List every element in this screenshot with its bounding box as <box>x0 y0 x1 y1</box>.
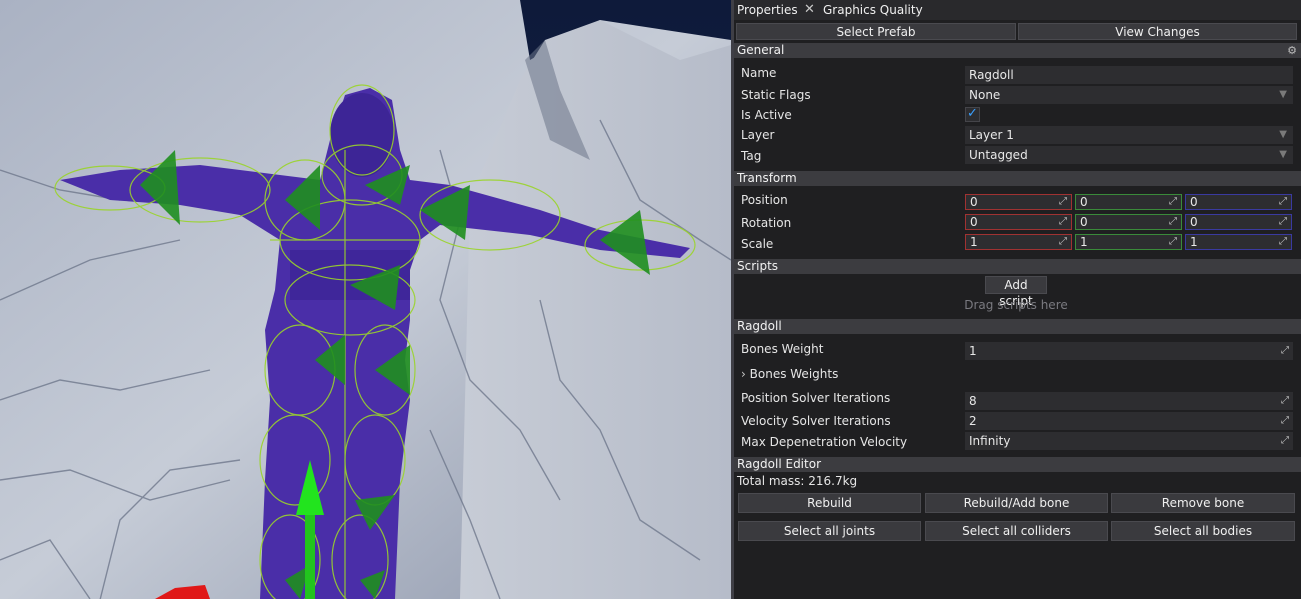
max-depenetration-velocity-field[interactable]: Infinity ⤢ <box>965 432 1293 450</box>
section-scripts-title: Scripts <box>737 259 779 273</box>
scale-y-value: 1 <box>1080 235 1088 249</box>
rotation-y-value: 0 <box>1080 215 1088 229</box>
velocity-solver-iterations-field[interactable]: 2 ⤢ <box>965 412 1293 430</box>
section-general-title: General <box>737 43 785 57</box>
bones-weight-label: Bones Weight <box>741 342 824 356</box>
select-prefab-button[interactable]: Select Prefab <box>736 23 1016 40</box>
add-script-button[interactable]: Add script <box>985 276 1047 308</box>
is-active-label: Is Active <box>741 108 792 122</box>
bones-weight-field[interactable]: 1 ⤢ <box>965 342 1293 360</box>
position-x-value: 0 <box>970 195 978 209</box>
section-ragdoll-title: Ragdoll <box>737 319 782 333</box>
rebuild-add-bone-button[interactable]: Rebuild/Add bone <box>925 493 1108 513</box>
scale-z-field[interactable]: 1 ⤢ <box>1185 234 1292 250</box>
select-all-joints-button[interactable]: Select all joints <box>738 521 921 541</box>
tag-value: Untagged <box>969 148 1028 162</box>
static-flags-dropdown[interactable]: None ▼ <box>965 86 1293 104</box>
tab-bar: Properties ✕ Graphics Quality <box>734 0 1301 20</box>
scale-x-field[interactable]: 1 ⤢ <box>965 234 1072 250</box>
section-transform[interactable]: Transform <box>734 171 1301 186</box>
scale-z-value: 1 <box>1190 235 1198 249</box>
expand-diagonal-icon[interactable]: ⤢ <box>1281 392 1289 410</box>
name-label: Name <box>741 66 777 80</box>
bones-weight-value: 1 <box>969 344 977 358</box>
position-z-field[interactable]: 0 ⤢ <box>1185 194 1292 210</box>
scale-label: Scale <box>741 237 774 251</box>
view-changes-button[interactable]: View Changes <box>1018 23 1297 40</box>
properties-panel: Properties ✕ Graphics Quality Select Pre… <box>734 0 1301 599</box>
expand-diagonal-icon[interactable]: ⤢ <box>1279 215 1287 229</box>
expand-diagonal-icon[interactable]: ⤢ <box>1281 432 1289 450</box>
bones-weights-row[interactable]: › Bones Weights <box>741 365 838 383</box>
position-solver-iterations-label: Position Solver Iterations <box>741 391 891 405</box>
expand-diagonal-icon[interactable]: ⤢ <box>1281 342 1289 360</box>
position-solver-iterations-value: 8 <box>969 394 977 408</box>
select-all-bodies-button[interactable]: Select all bodies <box>1111 521 1295 541</box>
layer-label: Layer <box>741 128 775 142</box>
position-solver-iterations-field[interactable]: 8 ⤢ <box>965 392 1293 410</box>
expand-diagonal-icon[interactable]: ⤢ <box>1169 195 1177 209</box>
chevron-right-icon[interactable]: › <box>741 367 746 381</box>
expand-diagonal-icon[interactable]: ⤢ <box>1169 215 1177 229</box>
remove-bone-button[interactable]: Remove bone <box>1111 493 1295 513</box>
section-transform-title: Transform <box>737 171 797 185</box>
rotation-z-value: 0 <box>1190 215 1198 229</box>
bones-weights-label: Bones Weights <box>749 367 839 381</box>
gear-icon[interactable]: ⚙ <box>1287 43 1297 58</box>
tab-graphics-quality[interactable]: Graphics Quality <box>820 0 923 20</box>
section-ragdoll-editor-title: Ragdoll Editor <box>737 457 821 471</box>
rotation-z-field[interactable]: 0 ⤢ <box>1185 214 1292 230</box>
position-x-field[interactable]: 0 ⤢ <box>965 194 1072 210</box>
section-ragdoll[interactable]: Ragdoll <box>734 319 1301 334</box>
velocity-solver-iterations-label: Velocity Solver Iterations <box>741 414 891 428</box>
velocity-solver-iterations-value: 2 <box>969 414 977 428</box>
section-scripts[interactable]: Scripts <box>734 259 1301 274</box>
static-flags-value: None <box>969 88 1001 102</box>
tag-label: Tag <box>741 149 762 163</box>
section-ragdoll-editor[interactable]: Ragdoll Editor <box>734 457 1301 472</box>
rotation-label: Rotation <box>741 216 792 230</box>
expand-diagonal-icon[interactable]: ⤢ <box>1279 235 1287 249</box>
name-field[interactable]: Ragdoll <box>965 66 1293 84</box>
chevron-down-icon: ▼ <box>1279 129 1287 140</box>
scale-x-value: 1 <box>970 235 978 249</box>
expand-diagonal-icon[interactable]: ⤢ <box>1059 235 1067 249</box>
tag-dropdown[interactable]: Untagged ▼ <box>965 146 1293 164</box>
select-all-colliders-button[interactable]: Select all colliders <box>925 521 1108 541</box>
position-y-field[interactable]: 0 ⤢ <box>1075 194 1182 210</box>
rebuild-button[interactable]: Rebuild <box>738 493 921 513</box>
section-general[interactable]: General ⚙ <box>734 43 1301 58</box>
checkmark-icon: ✓ <box>967 106 978 121</box>
expand-diagonal-icon[interactable]: ⤢ <box>1279 195 1287 209</box>
drag-scripts-hint[interactable]: Drag scripts here <box>904 298 1128 312</box>
rotation-y-field[interactable]: 0 ⤢ <box>1075 214 1182 230</box>
is-active-checkbox[interactable]: ✓ <box>965 106 980 122</box>
max-depenetration-velocity-label: Max Depenetration Velocity <box>741 435 908 449</box>
layer-dropdown[interactable]: Layer 1 ▼ <box>965 126 1293 144</box>
max-depenetration-velocity-value: Infinity <box>969 434 1011 448</box>
scale-y-field[interactable]: 1 ⤢ <box>1075 234 1182 250</box>
expand-diagonal-icon[interactable]: ⤢ <box>1281 412 1289 430</box>
close-icon[interactable]: ✕ <box>804 0 815 20</box>
chevron-down-icon: ▼ <box>1279 149 1287 160</box>
chevron-down-icon: ▼ <box>1279 89 1287 100</box>
rotation-x-value: 0 <box>970 215 978 229</box>
expand-diagonal-icon[interactable]: ⤢ <box>1059 195 1067 209</box>
total-mass-text: Total mass: 216.7kg <box>737 474 858 488</box>
tab-properties[interactable]: Properties <box>734 0 798 20</box>
position-y-value: 0 <box>1080 195 1088 209</box>
rotation-x-field[interactable]: 0 ⤢ <box>965 214 1072 230</box>
position-label: Position <box>741 193 788 207</box>
position-z-value: 0 <box>1190 195 1198 209</box>
scene-viewport[interactable] <box>0 0 731 599</box>
static-flags-label: Static Flags <box>741 88 811 102</box>
viewport-render[interactable] <box>0 0 731 599</box>
expand-diagonal-icon[interactable]: ⤢ <box>1169 235 1177 249</box>
expand-diagonal-icon[interactable]: ⤢ <box>1059 215 1067 229</box>
layer-value: Layer 1 <box>969 128 1014 142</box>
